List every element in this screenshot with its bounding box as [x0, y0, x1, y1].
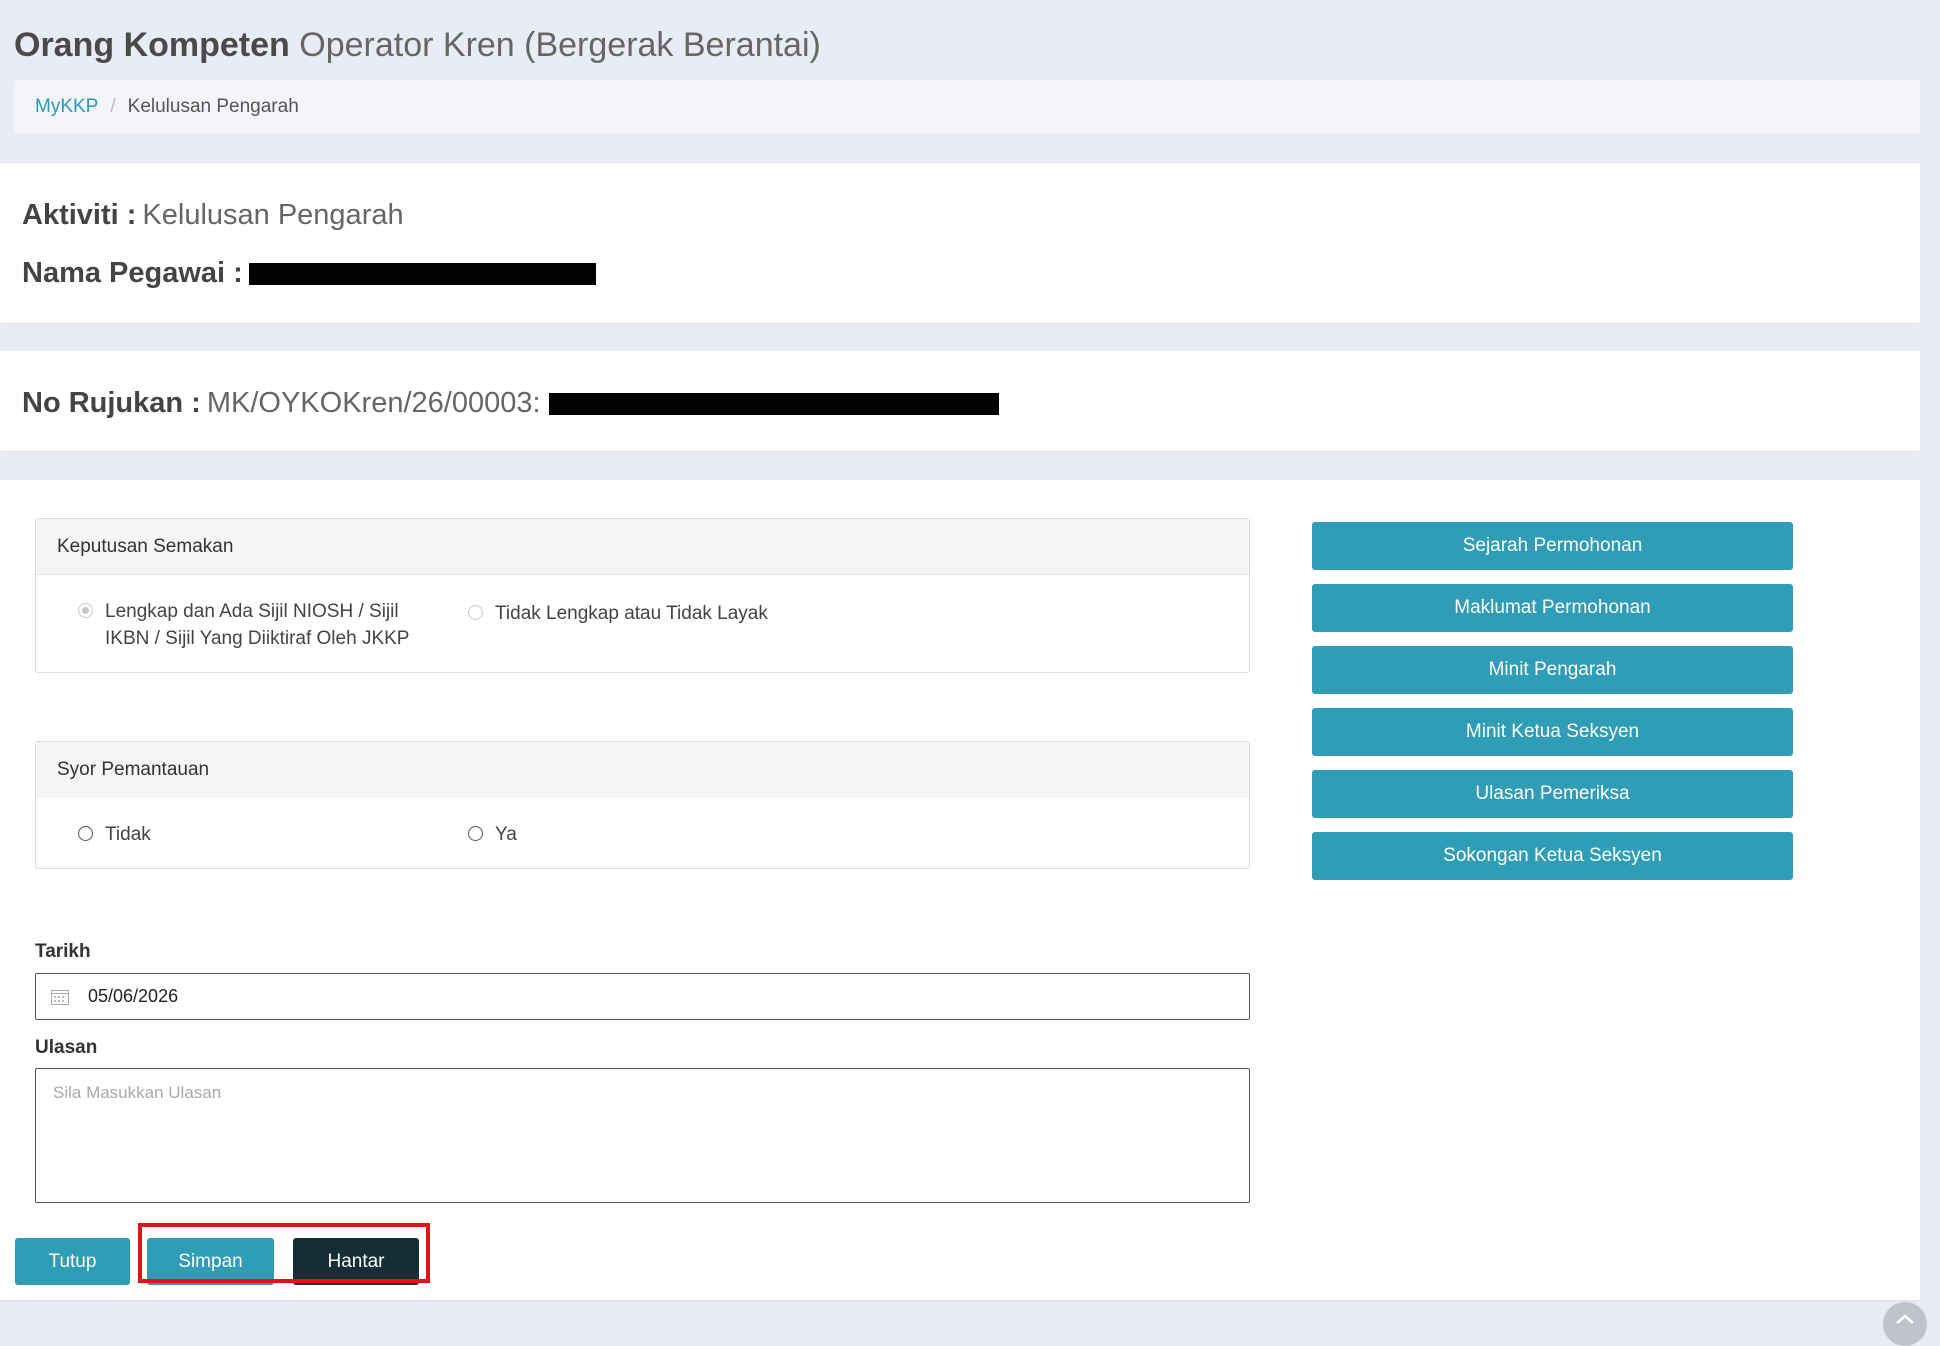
scroll-to-top-button[interactable]: [1883, 1302, 1927, 1346]
chevron-up-icon: [1896, 1314, 1914, 1324]
breadcrumb: MyKKP / Kelulusan Pengarah: [14, 80, 1920, 134]
radio-lengkap[interactable]: [78, 603, 93, 618]
tarikh-label: Tarikh: [35, 941, 91, 962]
breadcrumb-separator: /: [110, 96, 116, 117]
tarikh-date-input[interactable]: 05/06/2026: [35, 973, 1250, 1020]
syor-option-ya[interactable]: Ya: [468, 821, 517, 848]
calendar-icon: [51, 989, 69, 1005]
page-title-bold: Orang Kompeten: [14, 26, 290, 64]
ulasan-label: Ulasan: [35, 1037, 98, 1058]
keputusan-semakan-panel: Keputusan Semakan Lengkap dan Ada Sijil …: [35, 518, 1250, 673]
keputusan-option-lengkap-line2: IKBN / Sijil Yang Diiktiraf Oleh JKKP: [105, 628, 410, 649]
syor-pemantauan-title: Syor Pemantauan: [36, 742, 1249, 798]
no-rujukan-value: MK/OYKOKren/26/00003:: [206, 387, 541, 419]
keputusan-semakan-title: Keputusan Semakan: [36, 519, 1249, 575]
breadcrumb-home-link[interactable]: MyKKP: [35, 96, 98, 118]
syor-option-ya-label: Ya: [495, 824, 517, 845]
page-title-subtitle: Operator Kren (Bergerak Berantai): [299, 26, 821, 64]
no-rujukan-label: No Rujukan :: [22, 387, 201, 419]
nama-pegawai-redacted: [248, 262, 596, 285]
ulasan-textarea[interactable]: [35, 1068, 1250, 1203]
page-title: Orang Kompeten Operator Kren (Bergerak B…: [14, 26, 821, 65]
syor-pemantauan-panel: Syor Pemantauan Tidak Ya: [35, 741, 1250, 869]
keputusan-option-lengkap-label: Lengkap dan Ada Sijil NIOSH / Sijil IKBN…: [105, 598, 409, 652]
radio-tidak[interactable]: [78, 826, 93, 841]
ulasan-pemeriksa-button[interactable]: Ulasan Pemeriksa: [1312, 770, 1793, 818]
syor-option-tidak[interactable]: Tidak: [78, 821, 151, 848]
radio-ya[interactable]: [468, 826, 483, 841]
sokongan-ketua-seksyen-button[interactable]: Sokongan Ketua Seksyen: [1312, 832, 1793, 880]
no-rujukan-redacted: [548, 392, 999, 415]
nama-pegawai-row: Nama Pegawai :: [22, 257, 596, 290]
sejarah-permohonan-button[interactable]: Sejarah Permohonan: [1312, 522, 1793, 570]
reference-card: No Rujukan : MK/OYKOKren/26/00003:: [0, 351, 1920, 451]
minit-ketua-seksyen-button[interactable]: Minit Ketua Seksyen: [1312, 708, 1793, 756]
aktiviti-value: Kelulusan Pengarah: [142, 199, 404, 231]
keputusan-option-tidak-lengkap[interactable]: Tidak Lengkap atau Tidak Layak: [468, 600, 768, 627]
breadcrumb-current: Kelulusan Pengarah: [127, 96, 299, 117]
maklumat-permohonan-button[interactable]: Maklumat Permohonan: [1312, 584, 1793, 632]
activity-info-card: Aktiviti : Kelulusan Pengarah Nama Pegaw…: [0, 163, 1920, 323]
keputusan-option-lengkap-line1: Lengkap dan Ada Sijil NIOSH / Sijil: [105, 601, 399, 622]
radio-tidak-lengkap[interactable]: [468, 605, 483, 620]
keputusan-option-tidak-lengkap-label: Tidak Lengkap atau Tidak Layak: [495, 603, 768, 624]
syor-option-tidak-label: Tidak: [105, 824, 151, 845]
no-rujukan-row: No Rujukan : MK/OYKOKren/26/00003:: [22, 387, 999, 420]
keputusan-option-lengkap[interactable]: Lengkap dan Ada Sijil NIOSH / Sijil IKBN…: [78, 598, 409, 652]
nama-pegawai-label: Nama Pegawai :: [22, 257, 243, 289]
tarikh-value: 05/06/2026: [88, 986, 179, 1006]
minit-pengarah-button[interactable]: Minit Pengarah: [1312, 646, 1793, 694]
aktiviti-row: Aktiviti : Kelulusan Pengarah: [22, 199, 404, 232]
aktiviti-label: Aktiviti :: [22, 199, 137, 231]
highlight-annotation-box: [138, 1223, 430, 1283]
tutup-button[interactable]: Tutup: [15, 1238, 130, 1285]
